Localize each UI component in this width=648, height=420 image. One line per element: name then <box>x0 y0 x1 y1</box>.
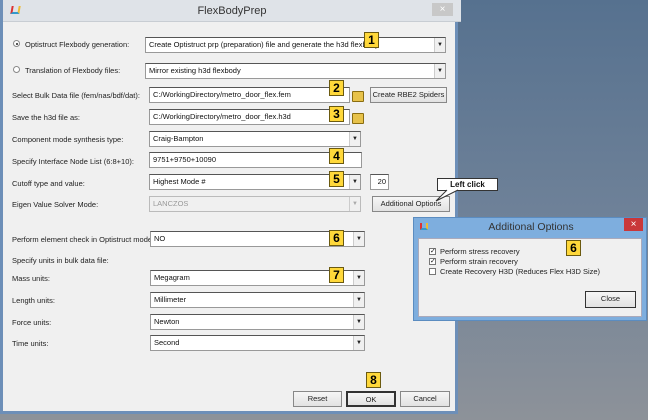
chevron-down-icon: ▼ <box>349 175 360 189</box>
step-badge-2: 2 <box>329 80 344 96</box>
select-value: Craig-Bampton <box>153 134 204 143</box>
cutoff-label: Cutoff type and value: <box>12 179 85 188</box>
length-units-label: Length units: <box>12 296 55 305</box>
close-button[interactable]: × <box>432 3 453 16</box>
stress-recovery-label: Perform stress recovery <box>440 247 520 256</box>
optistruct-generation-label: Optistruct Flexbody generation: <box>25 40 130 49</box>
select-value: Megagram <box>154 273 190 282</box>
window-title: FlexBodyPrep <box>197 5 267 17</box>
translation-label: Translation of Flexbody files: <box>25 66 121 75</box>
reset-button[interactable]: Reset <box>293 391 342 407</box>
strain-recovery-checkbox[interactable]: ✓ <box>429 258 436 265</box>
chevron-down-icon: ▼ <box>353 232 364 246</box>
step-badge-4: 4 <box>329 148 344 164</box>
step-badge-8: 8 <box>366 372 381 388</box>
eigen-solver-label: Eigen Value Solver Mode: <box>12 200 99 209</box>
cutoff-value-input[interactable]: 20 <box>370 174 389 190</box>
length-units-select[interactable]: Millimeter ▼ <box>150 292 365 308</box>
step-badge-6: 6 <box>329 230 344 246</box>
step-badge-1: 1 <box>364 32 379 48</box>
open-folder-icon[interactable] <box>352 91 364 102</box>
time-units-label: Time units: <box>12 339 49 348</box>
select-value: Second <box>154 338 180 347</box>
callout-pointer <box>435 189 459 202</box>
chevron-down-icon: ▼ <box>353 293 364 307</box>
dialog-close-text-button[interactable]: Close <box>585 291 636 308</box>
optistruct-generation-select[interactable]: Create Optistruct prp (preparation) file… <box>145 37 446 53</box>
cancel-button[interactable]: Cancel <box>400 391 450 407</box>
stress-recovery-checkbox[interactable]: ✓ <box>429 248 436 255</box>
translation-select[interactable]: Mirror existing h3d flexbody ▼ <box>145 63 446 79</box>
cms-select[interactable]: Craig-Bampton ▼ <box>149 131 361 147</box>
select-value: Mirror existing h3d flexbody <box>149 66 241 75</box>
step-badge-3: 3 <box>329 106 344 122</box>
bulk-file-label: Select Bulk Data file (fem/nas/bdf/dat): <box>12 91 140 100</box>
interface-nodes-label: Specify Interface Node List (6:8+10): <box>12 157 134 166</box>
recovery-h3d-checkbox[interactable] <box>429 268 436 275</box>
select-value: Millimeter <box>154 295 187 304</box>
force-units-label: Force units: <box>12 318 52 327</box>
title-bar[interactable]: FlexBodyPrep × <box>3 0 461 22</box>
step-badge-7: 7 <box>329 267 344 283</box>
select-value: Newton <box>154 317 180 326</box>
select-value: NO <box>154 234 166 243</box>
mass-units-label: Mass units: <box>12 274 50 283</box>
radio-optistruct-generation[interactable] <box>13 40 20 47</box>
save-h3d-label: Save the h3d file as: <box>12 113 80 122</box>
chevron-down-icon: ▼ <box>434 38 445 52</box>
chevron-down-icon: ▼ <box>353 271 364 285</box>
open-folder-icon[interactable] <box>352 113 364 124</box>
select-value: Highest Mode # <box>153 177 206 186</box>
eigen-solver-select: LANCZOS ▼ <box>149 196 361 212</box>
select-value: LANCZOS <box>153 199 189 208</box>
create-rbe2-spiders-button[interactable]: Create RBE2 Spiders <box>370 87 447 103</box>
chevron-down-icon: ▼ <box>349 132 360 146</box>
select-value: Create Optistruct prp (preparation) file… <box>149 40 379 49</box>
units-heading: Specify units in bulk data file: <box>12 256 109 265</box>
dialog-title: Additional Options <box>488 221 574 233</box>
chevron-down-icon: ▼ <box>434 64 445 78</box>
chevron-down-icon: ▼ <box>349 197 360 211</box>
element-check-label: Perform element check in Optistruct mode… <box>12 235 156 244</box>
recovery-h3d-label: Create Recovery H3D (Reduces Flex H3D Si… <box>440 267 601 276</box>
cms-label: Component mode synthesis type: <box>12 135 124 144</box>
strain-recovery-label: Perform strain recovery <box>440 257 518 266</box>
bulk-file-input[interactable]: C:/WorkingDirectory/metro_door_flex.fem <box>149 87 350 103</box>
chevron-down-icon: ▼ <box>353 315 364 329</box>
radio-translation[interactable] <box>13 66 20 73</box>
step-badge-5: 5 <box>329 171 344 187</box>
time-units-select[interactable]: Second ▼ <box>150 335 365 351</box>
force-units-select[interactable]: Newton ▼ <box>150 314 365 330</box>
save-h3d-input[interactable]: C:/WorkingDirectory/metro_door_flex.h3d <box>149 109 350 125</box>
step-badge-6-dialog: 6 <box>566 240 581 256</box>
dialog-close-button[interactable]: × <box>624 218 643 231</box>
chevron-down-icon: ▼ <box>353 336 364 350</box>
ok-button[interactable]: OK <box>346 391 396 407</box>
